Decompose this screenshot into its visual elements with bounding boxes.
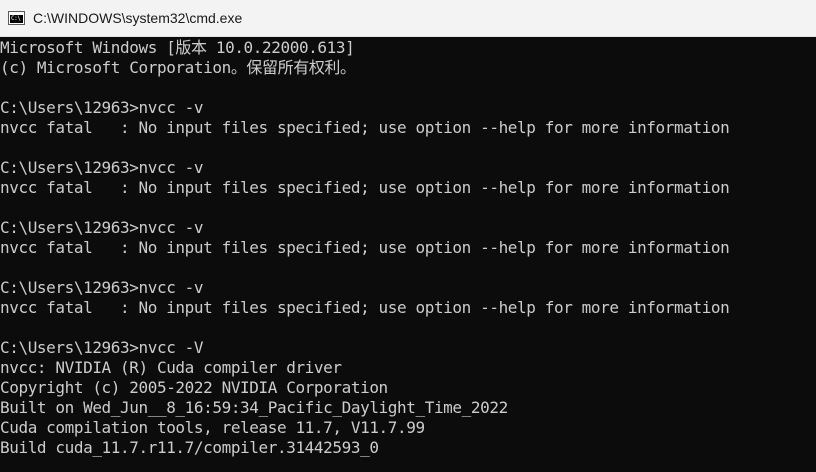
console-line-copyright: (c) Microsoft Corporation。保留所有权利。 — [0, 58, 356, 77]
console-line-command: C:\Users\12963>nvcc -v — [0, 218, 204, 237]
console-line-error: nvcc fatal : No input files specified; u… — [0, 118, 730, 137]
window-title: C:\WINDOWS\system32\cmd.exe — [33, 10, 243, 26]
console-line-output: nvcc: NVIDIA (R) Cuda compiler driver — [0, 358, 342, 377]
title-bar[interactable]: C:\ C:\WINDOWS\system32\cmd.exe — [0, 0, 816, 37]
console-line-error: nvcc fatal : No input files specified; u… — [0, 178, 730, 197]
cmd-window: C:\ C:\WINDOWS\system32\cmd.exe Microsof… — [0, 0, 816, 472]
console-line-command: C:\Users\12963>nvcc -v — [0, 278, 204, 297]
console-line-error: nvcc fatal : No input files specified; u… — [0, 238, 730, 257]
console-line-command: C:\Users\12963>nvcc -v — [0, 98, 204, 117]
console-line-output: Built on Wed_Jun__8_16:59:34_Pacific_Day… — [0, 398, 508, 417]
cmd-console-icon[interactable]: C:\ — [8, 11, 25, 25]
icon-prompt-glyph: C:\ — [11, 15, 21, 22]
console-line-output: Cuda compilation tools, release 11.7, V1… — [0, 418, 425, 437]
console-line-command: C:\Users\12963>nvcc -v — [0, 158, 204, 177]
console-line-output: Build cuda_11.7.r11.7/compiler.31442593_… — [0, 438, 379, 457]
console-screen-icon-part: C:\ — [10, 15, 23, 23]
console-output[interactable]: Microsoft Windows [版本 10.0.22000.613] (c… — [0, 37, 816, 472]
console-line-version: Microsoft Windows [版本 10.0.22000.613] — [0, 38, 355, 57]
console-line-command: C:\Users\12963>nvcc -V — [0, 338, 204, 357]
console-line-error: nvcc fatal : No input files specified; u… — [0, 298, 730, 317]
console-line-output: Copyright (c) 2005-2022 NVIDIA Corporati… — [0, 378, 388, 397]
